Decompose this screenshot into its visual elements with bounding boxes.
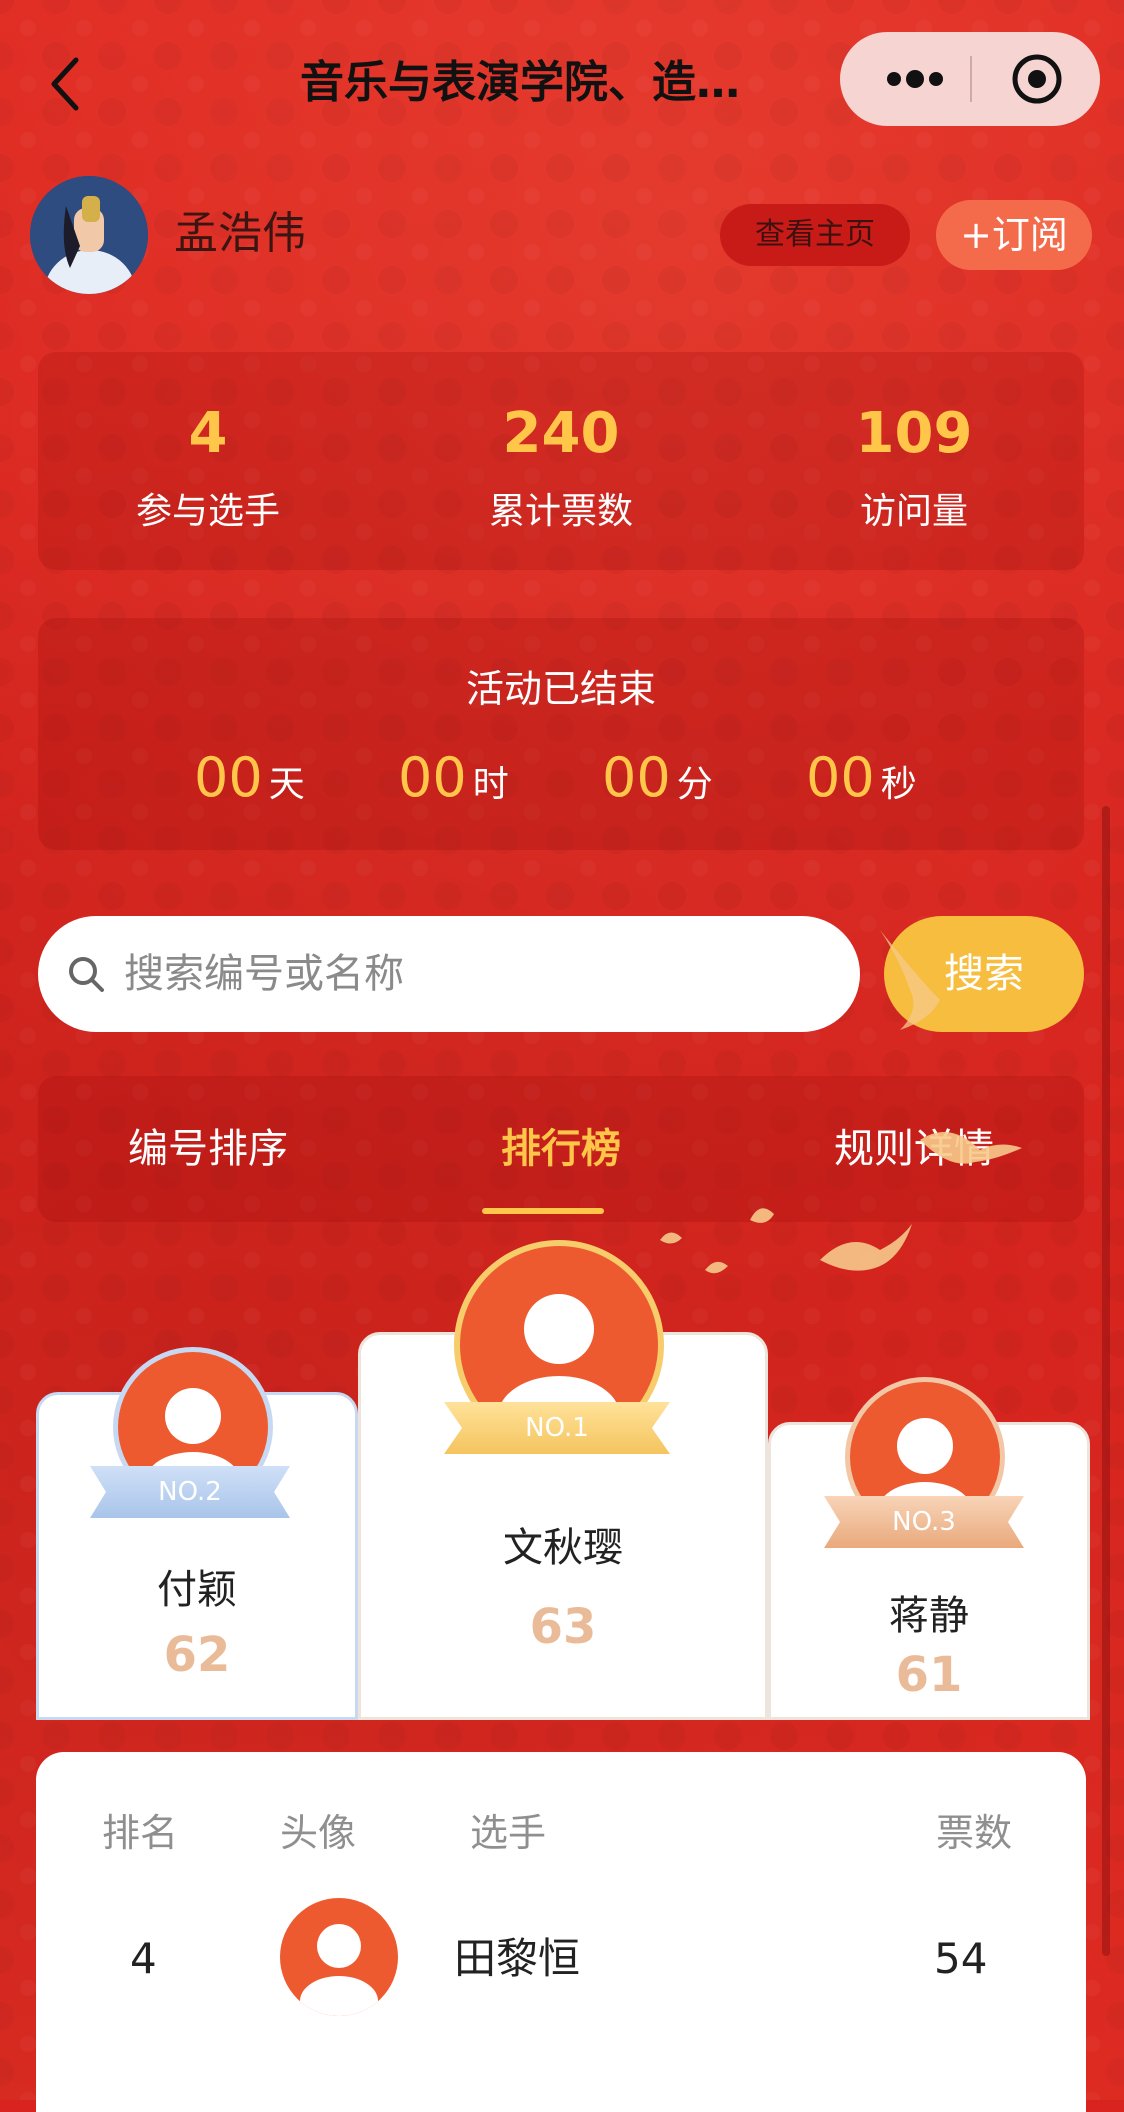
countdown-value: 00 — [194, 746, 263, 809]
countdown-unit: 天 — [268, 764, 305, 805]
stat-value: 240 — [502, 401, 620, 466]
decorative-bird-icon — [880, 930, 940, 1030]
rank-ribbon-3: NO.3 — [824, 1496, 1024, 1548]
row-name: 田黎恒 — [454, 1934, 581, 1983]
more-button[interactable] — [880, 58, 950, 100]
countdown-panel: 活动已结束 00 天 00 时 00 分 00 秒 — [38, 618, 1084, 850]
countdown-hours: 00 时 — [398, 746, 509, 809]
view-homepage-button[interactable]: 查看主页 — [720, 204, 910, 266]
page-title: 音乐与表演学院、造… — [300, 57, 740, 108]
stat-label: 参与选手 — [135, 491, 280, 532]
decorative-birds-icon — [660, 1132, 1022, 1274]
countdown-days: 00 天 — [194, 746, 305, 809]
podium-votes: 61 — [895, 1647, 963, 1703]
table-row[interactable]: 4 田黎恒 54 — [36, 1870, 1086, 2046]
subscribe-button[interactable]: +订阅 — [936, 200, 1092, 270]
organizer-avatar[interactable] — [30, 176, 148, 294]
column-header-contestant: 选手 — [470, 1811, 547, 1855]
podium-name: 文秋璎 — [503, 1525, 623, 1571]
scrollbar[interactable] — [1102, 806, 1110, 1956]
avatar-placeholder-icon — [280, 1898, 398, 2016]
close-mini-program-button[interactable] — [1010, 52, 1064, 106]
stat-label: 累计票数 — [488, 491, 633, 532]
stat-value: 109 — [855, 401, 973, 466]
countdown-value: 00 — [602, 746, 671, 809]
back-chevron-icon — [51, 57, 79, 111]
podium-votes: 63 — [529, 1599, 597, 1655]
countdown-minutes: 00 分 — [602, 746, 713, 809]
countdown-value: 00 — [806, 746, 875, 809]
countdown-unit: 秒 — [880, 764, 917, 805]
ranking-table: 排名 头像 选手 票数 4 田黎恒 54 — [36, 1752, 1086, 2112]
countdown-value: 00 — [398, 746, 467, 809]
row-votes: 54 — [934, 1934, 988, 1983]
column-header-votes: 票数 — [936, 1811, 1013, 1855]
row-rank: 4 — [130, 1934, 157, 1983]
back-button[interactable] — [40, 48, 100, 118]
tab-number-order[interactable]: 编号排序 — [38, 1076, 378, 1222]
countdown-unit: 分 — [676, 764, 713, 805]
active-tab-indicator — [482, 1208, 604, 1214]
target-close-icon — [1012, 54, 1062, 104]
stat-value: 4 — [188, 401, 228, 466]
stat-label: 访问量 — [859, 491, 968, 532]
mini-program-capsule — [840, 32, 1100, 126]
search-placeholder: 搜索编号或名称 — [124, 951, 404, 997]
countdown-unit: 时 — [472, 764, 509, 805]
podium-votes: 62 — [163, 1627, 231, 1683]
rank-ribbon-1: NO.1 — [444, 1402, 670, 1454]
podium-name: 蒋静 — [889, 1593, 969, 1639]
search-icon — [69, 957, 104, 992]
stat-total-votes: 240 累计票数 — [391, 394, 731, 534]
organizer-name[interactable]: 孟浩伟 — [174, 204, 306, 264]
countdown-status: 活动已结束 — [465, 667, 656, 711]
organizer-avatar-image — [30, 176, 148, 294]
countdown-seconds: 00 秒 — [806, 746, 917, 809]
stat-visits: 109 访问量 — [744, 394, 1084, 534]
column-header-avatar: 头像 — [280, 1811, 357, 1855]
column-header-rank: 排名 — [102, 1811, 179, 1855]
rank-ribbon-2: NO.2 — [90, 1466, 290, 1518]
stats-panel: 4 参与选手 240 累计票数 109 访问量 — [38, 352, 1084, 570]
search-input[interactable]: 搜索编号或名称 — [38, 916, 860, 1032]
stat-participants: 4 参与选手 — [38, 394, 378, 534]
more-dots-icon — [887, 70, 943, 88]
podium-name: 付颖 — [157, 1567, 237, 1613]
capsule-divider — [970, 56, 972, 102]
